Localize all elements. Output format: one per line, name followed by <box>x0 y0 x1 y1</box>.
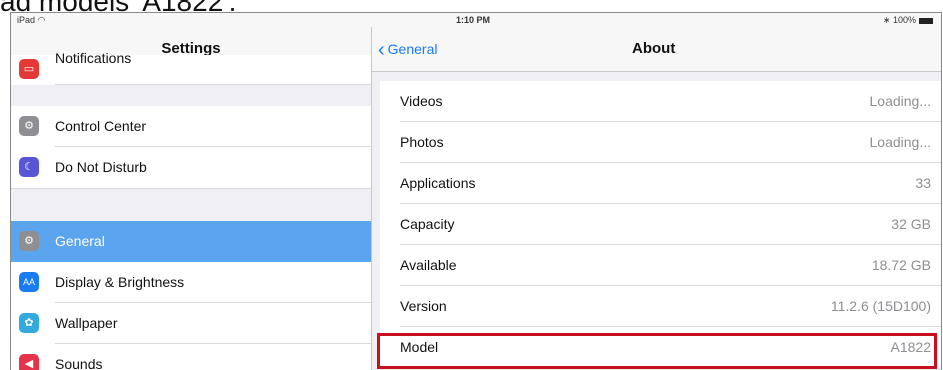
about-row-photos: Photos Loading... <box>380 122 941 163</box>
battery-icon <box>919 17 933 24</box>
about-title: About <box>632 40 676 57</box>
sidebar-item-do-not-disturb[interactable]: ☾ Do Not Disturb <box>11 147 371 188</box>
wallpaper-icon: ✿ <box>19 313 39 333</box>
about-row-available: Available 18.72 GB <box>380 245 941 286</box>
status-bar: iPad ◠ 1:10 PM ∗ 100% <box>11 13 941 27</box>
section-gap <box>11 188 371 222</box>
settings-sidebar: Settings ▭ Notifications ⚙ Control Cente… <box>11 27 372 370</box>
about-row-version: Version 11.2.6 (15D100) <box>380 286 941 327</box>
moon-icon: ☾ <box>19 157 39 177</box>
wifi-icon: ◠ <box>37 15 46 25</box>
about-row-applications: Applications 33 <box>380 163 941 204</box>
sidebar-item-wallpaper[interactable]: ✿ Wallpaper <box>11 303 371 344</box>
about-row-videos: Videos Loading... <box>380 81 941 122</box>
sidebar-item-sounds[interactable]: ◀ Sounds <box>11 344 371 370</box>
display-icon: AA <box>19 272 39 292</box>
caption-text: ad models 'A1822'. <box>0 0 236 12</box>
gear-icon: ⚙ <box>19 231 39 251</box>
status-time: 1:10 PM <box>456 15 491 25</box>
sidebar-item-control-center[interactable]: ⚙ Control Center <box>11 106 371 147</box>
bluetooth-icon: ∗ <box>882 15 891 25</box>
control-center-icon: ⚙ <box>19 116 39 136</box>
device-label: iPad ◠ <box>17 15 46 25</box>
chevron-left-icon: ‹ <box>378 39 385 61</box>
notifications-icon: ▭ <box>19 59 39 79</box>
about-row-model: Model A1822 <box>380 327 941 368</box>
sidebar-item-notifications[interactable]: ▭ Notifications <box>11 50 371 85</box>
back-button[interactable]: ‹ General <box>378 27 437 72</box>
sidebar-item-display-brightness[interactable]: AA Display & Brightness <box>11 262 371 303</box>
battery-indicator: ∗ 100% <box>883 15 933 26</box>
about-panel: ‹ General About Videos Loading... Photos … <box>372 27 941 370</box>
sounds-icon: ◀ <box>19 354 39 370</box>
sidebar-item-general[interactable]: ⚙ General <box>11 221 371 262</box>
ipad-screen: iPad ◠ 1:10 PM ∗ 100% Settings ▭ Notific… <box>10 12 942 370</box>
about-nav-bar: ‹ General About <box>372 27 941 72</box>
about-row-capacity: Capacity 32 GB <box>380 204 941 245</box>
